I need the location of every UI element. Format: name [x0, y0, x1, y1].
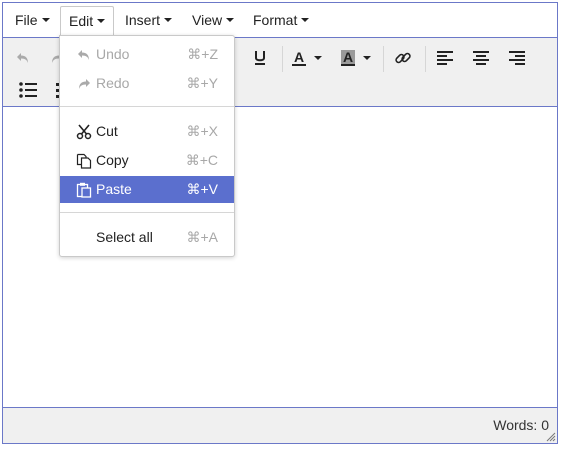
bullet-list-icon — [19, 82, 37, 98]
shortcut-label: ⌘+V — [186, 181, 218, 197]
chevron-down-icon — [164, 18, 173, 23]
status-bar: Words: 0 — [3, 407, 557, 443]
menu-file[interactable]: File — [7, 6, 58, 35]
menu-insert[interactable]: Insert — [117, 6, 180, 35]
underline-button[interactable] — [246, 44, 274, 72]
menu-item-cut[interactable]: Cut ⌘+X — [60, 118, 234, 145]
menu-format-label: Format — [253, 12, 298, 28]
menu-item-label: Cut — [96, 123, 118, 139]
background-color-dropdown[interactable] — [358, 44, 376, 72]
align-left-icon — [437, 51, 453, 65]
shortcut-label: ⌘+X — [186, 123, 218, 139]
resize-handle-icon[interactable] — [546, 432, 556, 442]
chevron-down-icon — [363, 56, 371, 60]
menu-item-label: Redo — [96, 75, 130, 91]
shortcut-label: ⌘+Y — [186, 75, 218, 91]
menu-view-label: View — [192, 12, 223, 28]
menu-item-label: Copy — [96, 152, 129, 168]
paste-icon — [76, 182, 92, 198]
shortcut-label: ⌘+A — [186, 229, 218, 245]
menu-separator — [60, 212, 234, 213]
undo-icon — [78, 50, 89, 60]
chevron-down-icon — [301, 18, 310, 23]
menu-file-label: File — [15, 12, 38, 28]
scissors-icon — [76, 124, 92, 140]
bullet-list-button[interactable] — [14, 76, 42, 104]
chevron-down-icon — [314, 56, 322, 60]
shortcut-label: ⌘+C — [185, 152, 218, 168]
menu-item-label: Select all — [96, 229, 153, 245]
edit-menu-dropdown: Undo ⌘+Z Redo ⌘+Y Cut ⌘+X Copy ⌘+C Paste… — [59, 35, 235, 257]
redo-icon — [79, 79, 90, 89]
insert-link-button[interactable] — [389, 44, 417, 72]
menu-item-label: Paste — [96, 181, 132, 197]
chevron-down-icon — [41, 18, 50, 23]
align-center-button[interactable] — [467, 44, 495, 72]
menu-item-label: Undo — [96, 46, 130, 62]
align-right-button[interactable] — [503, 44, 531, 72]
menu-item-select-all[interactable]: Select all ⌘+A — [60, 224, 234, 251]
background-color-icon: A — [340, 49, 356, 66]
undo-icon — [17, 53, 28, 63]
toolbar-separator — [282, 46, 283, 72]
align-center-icon — [473, 51, 489, 65]
menu-separator — [60, 106, 234, 107]
text-color-icon: A — [291, 49, 307, 66]
toolbar-separator — [425, 46, 426, 72]
align-right-icon — [509, 51, 525, 65]
menu-item-paste[interactable]: Paste ⌘+V — [60, 176, 234, 203]
copy-icon — [76, 153, 92, 169]
link-icon — [395, 52, 411, 64]
shortcut-label: ⌘+Z — [187, 46, 218, 62]
toolbar-separator — [383, 46, 384, 72]
menu-item-undo[interactable]: Undo ⌘+Z — [60, 41, 234, 68]
underline-icon — [255, 51, 265, 65]
align-left-button[interactable] — [431, 44, 459, 72]
menu-edit-label: Edit — [69, 13, 94, 29]
menu-format[interactable]: Format — [245, 6, 317, 35]
word-count: Words: 0 — [493, 417, 549, 433]
text-color-dropdown[interactable] — [309, 44, 327, 72]
menu-item-redo[interactable]: Redo ⌘+Y — [60, 70, 234, 97]
chevron-down-icon — [97, 19, 106, 24]
menubar: File Edit Insert View Format — [3, 3, 557, 38]
menu-edit[interactable]: Edit — [60, 6, 115, 35]
menu-insert-label: Insert — [125, 12, 161, 28]
undo-button[interactable] — [9, 44, 37, 72]
menu-item-copy[interactable]: Copy ⌘+C — [60, 147, 234, 174]
menu-view[interactable]: View — [184, 6, 242, 35]
chevron-down-icon — [226, 18, 235, 23]
